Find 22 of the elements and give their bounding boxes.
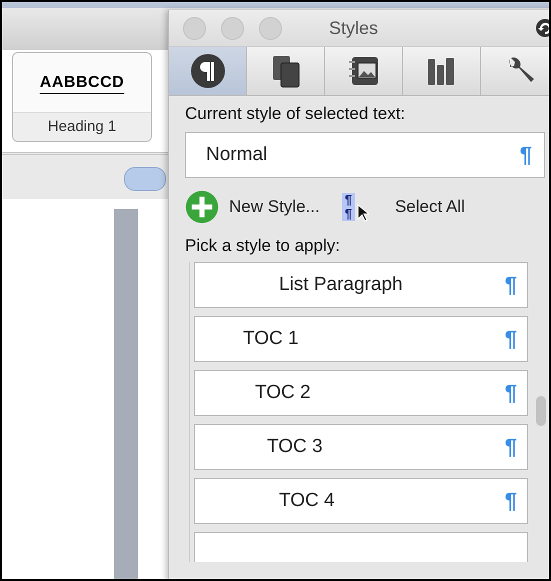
plus-icon (185, 190, 219, 224)
style-preview: AABBCCD (38, 72, 126, 92)
panel-tab[interactable] (169, 47, 247, 95)
pick-style-label: Pick a style to apply: (185, 236, 341, 256)
style-gallery-card[interactable]: AABBCCD Heading 1 (12, 52, 152, 142)
ruler-marker[interactable] (124, 167, 166, 191)
scrollbar-thumb[interactable] (536, 396, 546, 426)
style-row[interactable]: List Paragraph ¶ (194, 262, 528, 308)
paragraph-marks: ¶ ¶ (342, 193, 355, 221)
style-name: Heading 1 (13, 112, 151, 141)
select-all-button[interactable]: Select All (394, 197, 465, 217)
mouse-pointer-icon (356, 204, 369, 222)
style-row[interactable]: TOC 1 ¶ (194, 316, 528, 362)
current-style-label: Current style of selected text: (185, 104, 406, 124)
current-style-field[interactable]: Normal ¶ (185, 132, 545, 178)
circular-arrow-icon[interactable] (535, 18, 549, 38)
window-title: Styles (329, 18, 378, 39)
style-row[interactable]: TOC 3 ¶ (194, 424, 528, 470)
new-style-button[interactable]: New Style... (185, 190, 320, 224)
style-row[interactable]: TOC 2 ¶ (194, 370, 528, 416)
pilcrow-icon (190, 53, 226, 89)
style-row[interactable]: TOC 4 ¶ (194, 478, 528, 524)
